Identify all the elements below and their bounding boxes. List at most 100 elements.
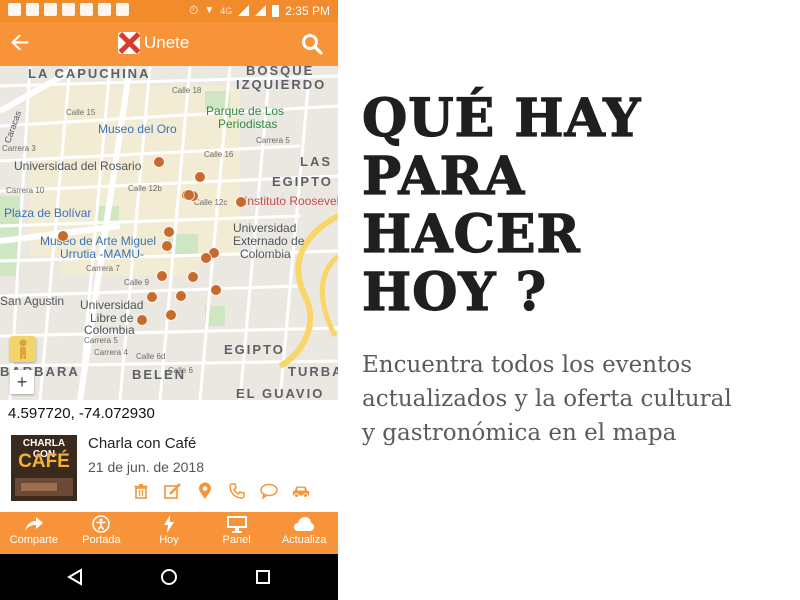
message-notification-icon xyxy=(26,3,39,16)
street-view-pegman-icon[interactable] xyxy=(10,336,36,362)
map-street-label: Calle 12c xyxy=(194,198,228,207)
event-marker[interactable] xyxy=(236,197,246,207)
nav-label: Portada xyxy=(82,534,121,546)
event-actions xyxy=(132,482,310,500)
event-marker[interactable] xyxy=(166,310,176,320)
search-icon[interactable] xyxy=(300,32,324,56)
event-marker[interactable] xyxy=(164,227,174,237)
map-district-label: LA CAPUCHINA xyxy=(28,66,151,81)
map-street-label: Calle 18 xyxy=(172,86,202,95)
map-district-label: EGIPTO xyxy=(224,342,285,357)
map-place-libre[interactable]: Universidad xyxy=(80,298,143,312)
headline-line: PARA xyxy=(361,146,526,207)
network-type: 4G xyxy=(220,5,233,16)
map-place-museo-del-oro[interactable]: Museo del Oro xyxy=(98,122,177,136)
phone-icon[interactable] xyxy=(228,482,246,500)
headline-line: QUÉ HAY xyxy=(361,88,642,149)
map-place-museo-arte: Urrutia -MAMU- xyxy=(60,247,144,261)
event-title[interactable]: Charla con Café xyxy=(88,435,196,452)
event-marker[interactable] xyxy=(154,157,164,167)
event-marker[interactable] xyxy=(157,271,167,281)
map-street-label: Calle 9 xyxy=(124,278,149,287)
app-title: Unete xyxy=(118,32,189,54)
nav-label: Actualiza xyxy=(281,534,327,546)
back-arrow-icon[interactable]: 🡨 xyxy=(10,30,30,56)
map-district-label: IZQUIERDO xyxy=(236,77,327,92)
event-marker[interactable] xyxy=(195,172,205,182)
nav-panel[interactable]: Panel xyxy=(203,512,271,554)
cast-icon xyxy=(116,3,129,16)
map-place-plaza-bolivar[interactable]: Plaza de Bolívar xyxy=(4,206,91,220)
map-street-label: Carrera 7 xyxy=(86,264,120,273)
mail-notification-icon xyxy=(62,3,75,16)
map-street-label: Carrera 10 xyxy=(6,186,45,195)
thumbnail-decor xyxy=(21,483,57,491)
event-marker[interactable] xyxy=(188,272,198,282)
headline-line: HOY ? xyxy=(361,262,548,323)
map-district-label: EGIPTO xyxy=(272,174,333,189)
event-marker[interactable] xyxy=(162,241,172,251)
back-triangle-icon[interactable] xyxy=(66,568,84,586)
accessibility-icon xyxy=(92,515,111,533)
signal-icon xyxy=(255,5,267,16)
delete-icon[interactable] xyxy=(132,482,150,500)
description-line: y gastronómica en el mapa xyxy=(362,420,677,446)
nav-actualiza[interactable]: Actualiza xyxy=(270,512,338,554)
car-icon[interactable] xyxy=(292,482,310,500)
map-street-label: Calle 6d xyxy=(136,352,166,361)
video-notification-icon xyxy=(80,3,93,16)
coordinates-readout: 4.597720, -74.072930 xyxy=(8,405,155,422)
map-district-label: EL GUAVIO xyxy=(236,386,325,400)
headline-line: HACER xyxy=(361,204,581,265)
map-street-label: Carrera 5 xyxy=(256,136,290,145)
map-place-externado[interactable]: Universidad xyxy=(233,221,296,235)
event-marker[interactable] xyxy=(184,190,194,200)
event-marker[interactable] xyxy=(201,253,211,263)
event-marker[interactable] xyxy=(137,315,147,325)
promo-headline: QUÉ HAY PARA HACER HOY ? xyxy=(361,88,792,323)
battery-icon xyxy=(272,4,280,17)
event-card[interactable]: CHARLA CON CAFÉ Charla con Café 21 de ju… xyxy=(0,430,338,510)
nav-portada[interactable]: Portada xyxy=(68,512,136,554)
chat-notification-icon xyxy=(8,3,21,16)
chat-icon[interactable] xyxy=(260,482,278,500)
map-street-label: Calle 15 xyxy=(66,108,96,117)
nav-label: Panel xyxy=(222,534,251,546)
youtube-notification-icon xyxy=(98,3,111,16)
map-district-label: TURBA xyxy=(288,364,338,379)
signal-icon xyxy=(238,5,250,16)
map-street-label: Calle 6 xyxy=(168,366,193,375)
map-place-parque[interactable]: Parque de Los xyxy=(206,104,284,118)
edit-icon[interactable] xyxy=(164,482,182,500)
map-street-label: Calle 16 xyxy=(204,150,234,159)
zoom-in-button[interactable]: + xyxy=(10,370,34,394)
map-place-universidad-rosario[interactable]: Universidad del Rosario xyxy=(14,159,141,173)
nav-comparte[interactable]: Comparte xyxy=(0,512,68,554)
location-pin-icon[interactable] xyxy=(196,482,214,500)
recents-square-icon[interactable] xyxy=(254,568,272,586)
event-marker[interactable] xyxy=(147,292,157,302)
home-circle-icon[interactable] xyxy=(160,568,178,586)
map-place-roosevelt[interactable]: Instituto Roosevel xyxy=(244,194,338,208)
event-marker[interactable] xyxy=(176,291,186,301)
system-navigation-bar xyxy=(0,554,338,600)
app-title-text: Unete xyxy=(144,33,190,52)
map-place-san-agustin: San Agustin xyxy=(0,294,65,308)
nav-hoy[interactable]: Hoy xyxy=(135,512,203,554)
thumbnail-text-line2: CAFÉ xyxy=(18,451,70,472)
event-thumbnail[interactable]: CHARLA CON CAFÉ xyxy=(11,435,77,501)
phone-screen: ⏱ ▼ 4G 2:35 PM 🡨 Unete LA CAPUCHINA BOSQ… xyxy=(0,0,338,600)
mail-notification-icon xyxy=(44,3,57,16)
cloud-icon xyxy=(294,517,315,531)
monitor-icon xyxy=(226,516,247,533)
app-logo-icon xyxy=(118,32,140,54)
map-view[interactable]: LA CAPUCHINA BOSQUE IZQUIERDO LAS EGIPTO… xyxy=(0,66,338,400)
event-marker[interactable] xyxy=(211,285,221,295)
bottom-navigation: Comparte Portada Hoy Panel Actualiza xyxy=(0,512,338,554)
map-street-label: Carrera 5 xyxy=(84,336,118,345)
map-district-label: LAS xyxy=(300,154,332,169)
nav-label: Hoy xyxy=(159,534,179,546)
promo-panel: QUÉ HAY PARA HACER HOY ? Encuentra todos… xyxy=(361,88,792,450)
promo-description: Encuentra todos los eventos actualizados… xyxy=(362,348,782,450)
event-marker[interactable] xyxy=(58,231,68,241)
